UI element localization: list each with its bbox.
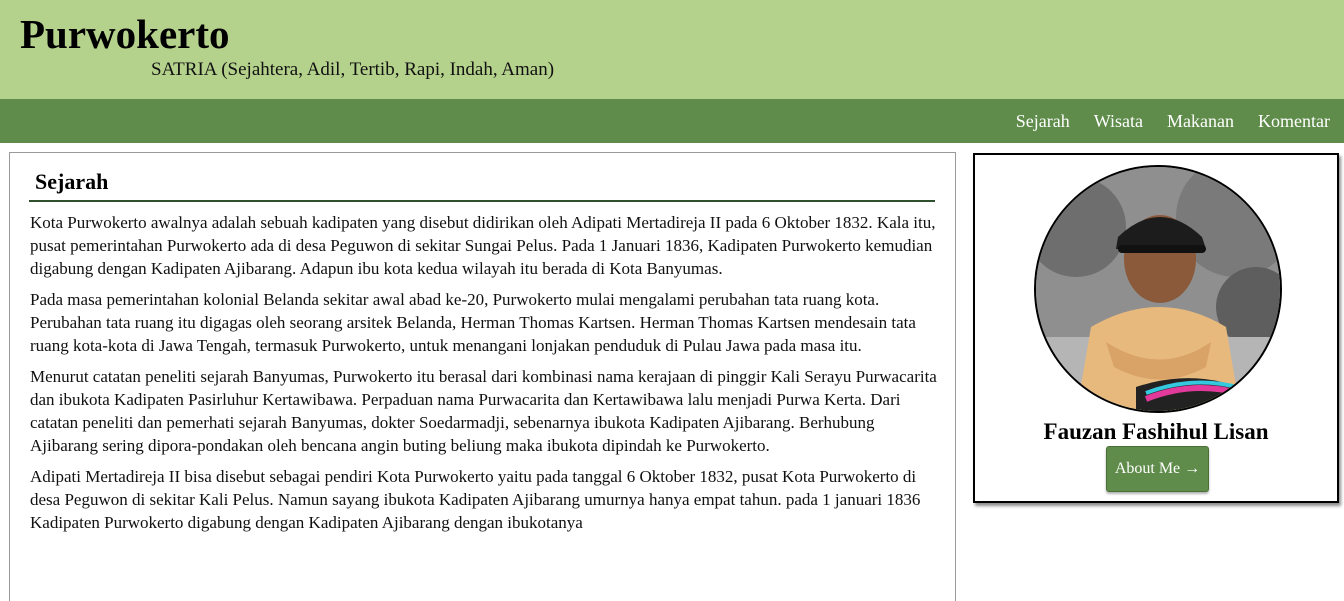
article-body: Kota Purwokerto awalnya adalah sebuah ka… (30, 211, 938, 542)
main-content[interactable]: Sejarah Kota Purwokerto awalnya adalah s… (9, 152, 956, 601)
profile-name: Fauzan Fashihul Lisan (1043, 419, 1269, 444)
nav-bar: Sejarah Wisata Makanan Komentar (0, 99, 1344, 143)
site-tagline: SATRIA (Sejahtera, Adil, Tertib, Rapi, I… (151, 59, 555, 80)
article-paragraph: Menurut catatan peneliti sejarah Banyuma… (30, 367, 937, 455)
nav-link-sejarah[interactable]: Sejarah (1016, 111, 1070, 132)
avatar (1034, 165, 1282, 413)
article-paragraph: Pada masa pemerintahan kolonial Belanda … (30, 290, 916, 355)
site-title: Purwokerto (20, 11, 230, 57)
nav-link-komentar[interactable]: Komentar (1258, 111, 1330, 132)
profile-card: Fauzan Fashihul Lisan About Me → (973, 153, 1339, 503)
avatar-photo-icon (1036, 167, 1280, 411)
site-header: Purwokerto SATRIA (Sejahtera, Adil, Tert… (0, 0, 1344, 99)
about-me-button[interactable]: About Me → (1106, 446, 1209, 492)
nav-link-makanan[interactable]: Makanan (1167, 111, 1234, 132)
article-paragraph: Kota Purwokerto awalnya adalah sebuah ka… (30, 213, 936, 278)
article-paragraph: Adipati Mertadireja II bisa disebut seba… (30, 467, 921, 532)
nav-link-wisata[interactable]: Wisata (1094, 111, 1143, 132)
heading-divider (29, 200, 935, 202)
section-heading: Sejarah (35, 169, 109, 194)
nav-list: Sejarah Wisata Makanan Komentar (992, 99, 1330, 143)
